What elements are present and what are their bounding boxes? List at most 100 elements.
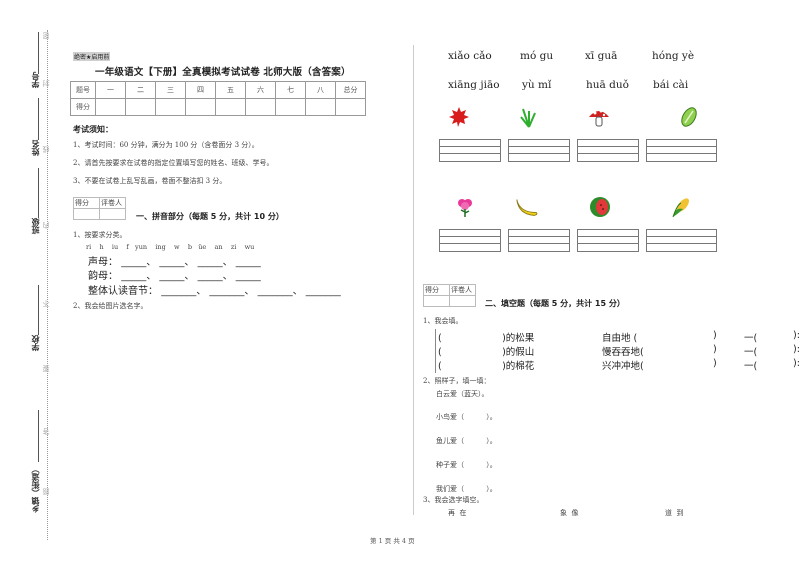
fill-item[interactable]: 我们爱（ ）。 xyxy=(436,484,497,494)
notice-item: 2、请首先按要求在试卷的指定位置填写您的姓名、班级、学号。 xyxy=(73,159,274,167)
score-cell: 八 xyxy=(305,81,336,99)
answer-blank[interactable]: _____ xyxy=(159,271,184,282)
fill-b[interactable]: 兴冲冲地( xyxy=(602,358,644,372)
fill-a[interactable]: ( )的假山 xyxy=(438,344,534,358)
notice-item: 1、考试时间：60 分钟，满分为 100 分（含卷面分 3 分）。 xyxy=(73,141,259,149)
fill-a[interactable]: ( )的棉花 xyxy=(438,358,534,372)
answer-blank[interactable]: _______ xyxy=(209,286,244,297)
section2-title: 二、填空题（每题 5 分，共计 15 分） xyxy=(485,299,625,308)
section1-title: 一、拼音部分（每题 5 分，共计 10 分） xyxy=(136,212,284,221)
answer-blank[interactable]: _______ xyxy=(306,286,341,297)
fill-c[interactable]: 一( xyxy=(744,344,757,358)
writing-box[interactable] xyxy=(439,139,501,162)
student-id-line xyxy=(38,32,39,74)
answer-blank[interactable]: _____ xyxy=(236,271,261,282)
score-cell: 七 xyxy=(275,81,306,99)
name-line xyxy=(38,98,39,140)
secret-tag: 绝密★启用前 xyxy=(73,52,111,61)
page-number: 第 1 页 共 4 页 xyxy=(370,537,415,545)
writing-box[interactable] xyxy=(577,229,639,252)
score-input-cell[interactable] xyxy=(125,98,156,116)
class-label: 班级 xyxy=(31,218,40,234)
writing-box[interactable] xyxy=(508,229,570,252)
pinyin-letters: ri h iu f yun ing w b üe an zi wu xyxy=(86,243,255,251)
close-paren: ) xyxy=(713,344,717,355)
score-cell: 二 xyxy=(125,81,156,99)
score-table-score-row: 得分 xyxy=(70,98,366,116)
score-input-cell[interactable] xyxy=(185,98,216,116)
choice-pair: 象 像 xyxy=(560,509,579,517)
close-paren: ): xyxy=(793,344,800,355)
fill-c[interactable]: 一( xyxy=(744,358,757,372)
fill-b[interactable]: 慢吞吞地( xyxy=(602,344,644,358)
score-input-cell[interactable] xyxy=(275,98,306,116)
grader-reviewer-label: 评卷人 xyxy=(99,197,126,209)
banana-icon xyxy=(514,194,540,220)
grader-score-cell[interactable] xyxy=(73,208,100,220)
grader-box-2: 得分 评卷人 xyxy=(423,284,476,307)
pinyin-label: xiāng jiāo xyxy=(448,79,500,91)
pinyin-label: huā duǒ xyxy=(586,79,629,91)
pinyin-label: xiǎo cǎo xyxy=(448,50,492,62)
answer-blank[interactable]: _____ xyxy=(198,271,223,282)
score-input-cell[interactable] xyxy=(155,98,186,116)
yunmu-label: 韵母： xyxy=(88,271,118,282)
score-input-cell[interactable] xyxy=(305,98,336,116)
score-input-cell[interactable] xyxy=(245,98,276,116)
student-id-label: 学号 xyxy=(31,72,40,88)
score-input-cell[interactable] xyxy=(95,98,126,116)
cut-mark: 答 xyxy=(42,428,50,435)
cut-mark: 内 xyxy=(42,222,50,229)
writing-box[interactable] xyxy=(439,229,501,252)
separator: 、 xyxy=(196,286,207,297)
writing-box[interactable] xyxy=(577,139,639,162)
fill-c[interactable]: 一( xyxy=(744,330,757,344)
s2-question-2: 2、照样子，填一填： xyxy=(423,377,491,385)
s2-question-3: 3、我会选字填空。 xyxy=(423,496,484,504)
cut-mark: 不 xyxy=(42,300,50,307)
grader-reviewer-cell[interactable] xyxy=(449,295,476,307)
class-line xyxy=(38,168,39,218)
corn-icon xyxy=(668,194,694,220)
fill-item[interactable]: 鱼儿爱（ ）。 xyxy=(436,436,497,446)
score-table-header-row: 题号 一 二 三 四 五 六 七 八 总分 xyxy=(70,81,366,99)
choice-pair: 道 到 xyxy=(665,509,684,517)
fill-b[interactable]: 自由地 ( xyxy=(602,330,637,344)
writing-box[interactable] xyxy=(508,139,570,162)
score-cell: 一 xyxy=(95,81,126,99)
answer-blank[interactable]: _____ xyxy=(121,271,146,282)
score-table: 题号 一 二 三 四 五 六 七 八 总分 得分 xyxy=(70,81,366,116)
grader-reviewer-cell[interactable] xyxy=(99,208,126,220)
grader-score-label: 得分 xyxy=(73,197,100,209)
score-input-cell[interactable] xyxy=(335,98,366,116)
fill-item[interactable]: 小鸟爱（ ）。 xyxy=(436,412,497,422)
close-paren: ) xyxy=(713,358,717,369)
answer-blank[interactable]: _______ xyxy=(258,286,293,297)
answer-blank[interactable]: _______ xyxy=(161,286,196,297)
score-cell: 五 xyxy=(215,81,246,99)
separator: 、 xyxy=(292,286,303,297)
score-cell: 总分 xyxy=(335,81,366,99)
name-label: 姓名 xyxy=(31,140,40,156)
score-cell: 六 xyxy=(245,81,276,99)
notice-item: 3、不要在试卷上乱写乱画，卷面不整洁扣 3 分。 xyxy=(73,177,227,185)
school-label: 学校 xyxy=(31,335,40,351)
writing-box[interactable] xyxy=(646,229,717,252)
maple-leaf-icon xyxy=(446,104,472,130)
close-paren: ): xyxy=(793,358,800,369)
grader-score-label: 得分 xyxy=(423,284,450,296)
pinyin-label: bái cài xyxy=(653,79,689,91)
fill-a[interactable]: ( )的松果 xyxy=(438,330,534,344)
cut-mark: 密 xyxy=(42,32,50,39)
score-input-cell[interactable] xyxy=(215,98,246,116)
page-title: 一年级语文【下册】全真模拟考试试卷 北师大版（含答案） xyxy=(95,67,351,78)
grader-score-cell[interactable] xyxy=(423,295,450,307)
watermelon-icon xyxy=(587,194,613,220)
fill-item[interactable]: 种子爱（ ）。 xyxy=(436,460,497,470)
cut-mark: 题 xyxy=(42,488,50,495)
writing-box[interactable] xyxy=(646,139,717,162)
town-label: 乡镇（街道） xyxy=(31,465,40,513)
town-line xyxy=(38,410,39,462)
close-paren: ): xyxy=(793,330,800,341)
zhengti-label: 整体认读音节： xyxy=(88,286,158,297)
